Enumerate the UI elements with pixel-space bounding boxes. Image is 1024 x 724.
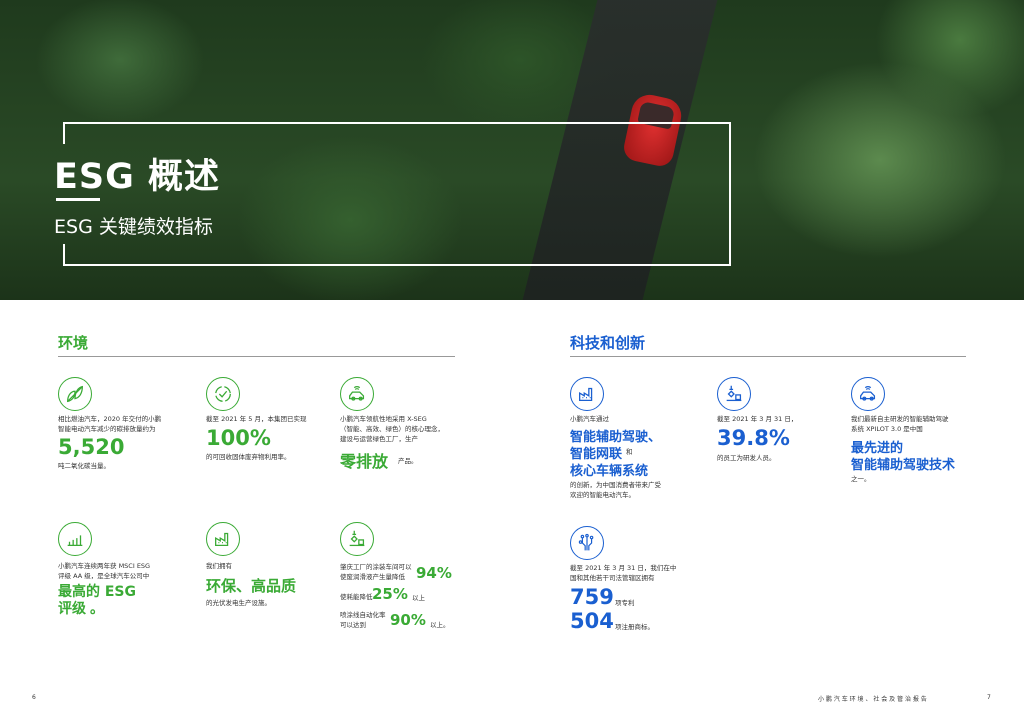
- env-text: 喷涂线自动化率: [340, 611, 386, 619]
- waste-reduction-value: 94%: [416, 564, 452, 582]
- env-text: 截至 2021 年 5 月，本集团已实现: [206, 415, 307, 423]
- bar-chart-icon: [58, 522, 92, 556]
- page-number-right: 7: [987, 694, 991, 701]
- tech-text: 截至 2021 年 3 月 31 日，: [717, 415, 798, 423]
- factory-icon: [206, 522, 240, 556]
- tech-text: 系统 XPILOT 3.0 是中国: [851, 425, 923, 433]
- env-text: 建设与运营绿色工厂，生产: [340, 435, 418, 443]
- recycle-check-icon: [206, 377, 240, 411]
- technology-heading: 科技和创新: [570, 334, 646, 352]
- hero-image: ESG 概述 ESG 关键绩效指标: [0, 0, 1024, 300]
- energy-reduction-value: 25%: [372, 585, 408, 603]
- env-text: 产品。: [398, 457, 418, 465]
- esg-rating-period: 。: [90, 601, 104, 617]
- tech-text: 项专利: [615, 599, 635, 607]
- factory-icon: [570, 377, 604, 411]
- tech-text: 小鹏汽车通过: [570, 415, 609, 423]
- env-text: 肇庆工厂的涂装车间可以: [340, 563, 412, 571]
- frame-line: [63, 122, 65, 144]
- report-title: 小 鹏 汽 车 环 境 、 社 会 及 管 治 报 告: [818, 696, 927, 703]
- env-text: 的可回收固体废弃物利用率。: [206, 453, 291, 461]
- env-text: （智能、高效、绿色）的核心理念，: [340, 425, 444, 433]
- env-text: 我们拥有: [206, 562, 232, 570]
- robot-arm-icon: [340, 522, 374, 556]
- trademarks-value: 504: [570, 609, 614, 633]
- env-text: 使耗能降低: [340, 593, 373, 601]
- robot-arm-icon: [717, 377, 751, 411]
- tech-text: 截至 2021 年 3 月 31 日，我们在中: [570, 564, 677, 572]
- title-underline: [56, 198, 100, 201]
- frame-line: [63, 264, 731, 266]
- frame-line: [63, 122, 731, 124]
- leaf-icon: [58, 377, 92, 411]
- page-number-left: 6: [32, 694, 36, 701]
- connected-car-icon: [851, 377, 885, 411]
- env-text: 小鹏汽车领航性地采用 X-SEG: [340, 415, 427, 423]
- tech-text: 的员工为研发人员。: [717, 454, 776, 462]
- road: [517, 0, 723, 300]
- automation-value: 90%: [390, 611, 426, 629]
- connected-car-icon: [340, 377, 374, 411]
- env-text: 以上: [412, 594, 425, 602]
- env-text: 使废润滑液产生量降低: [340, 573, 405, 581]
- env-text: 智能电动汽车减少的碳排放量约为: [58, 425, 156, 433]
- recycling-value: 100%: [206, 426, 271, 450]
- env-text: 吨二氧化碳当量。: [58, 462, 110, 470]
- tech-text: 项注册商标。: [615, 623, 654, 631]
- patents-value: 759: [570, 585, 614, 609]
- tech-text: 的创新，为中国消费者带来广受: [570, 481, 661, 489]
- page-subtitle: ESG 关键绩效指标: [54, 216, 213, 238]
- tech-highlight: 核心车辆系统: [570, 464, 649, 479]
- tech-text: 我们最新自主研发的智能辅助驾驶: [851, 415, 949, 423]
- frame-line: [63, 244, 65, 266]
- tech-text: 国和其他若干司法管辖区拥有: [570, 574, 655, 582]
- frame-line: [729, 122, 731, 266]
- divider: [570, 356, 966, 357]
- zero-emission-value: 零排放: [340, 452, 389, 471]
- env-text: 评级 AA 级，是全球汽车公司中: [58, 572, 150, 580]
- env-text: 小鹏汽车连续两年获 MSCI ESG: [58, 562, 151, 570]
- tech-text: 欢迎的智能电动汽车。: [570, 491, 635, 499]
- tech-text: 之一。: [851, 475, 871, 483]
- circuit-icon: [570, 526, 604, 560]
- tech-highlight: 智能辅助驾驶技术: [851, 458, 956, 473]
- tech-text: 和: [626, 448, 633, 456]
- env-text: 可以达到: [340, 621, 366, 629]
- env-text: 的光伏发电生产设施。: [206, 599, 271, 607]
- env-text: 相比燃油汽车，2020 年交付的小鹏: [58, 415, 162, 423]
- page-title: ESG 概述: [54, 157, 221, 197]
- emission-value: 5,520: [58, 435, 125, 459]
- esg-rating-value: 评级: [58, 601, 86, 617]
- environment-heading: 环境: [58, 334, 89, 352]
- rd-staff-value: 39.8%: [717, 426, 790, 450]
- env-text: 以上。: [430, 621, 450, 629]
- divider: [58, 356, 455, 357]
- eco-quality-value: 环保、高品质: [206, 577, 297, 595]
